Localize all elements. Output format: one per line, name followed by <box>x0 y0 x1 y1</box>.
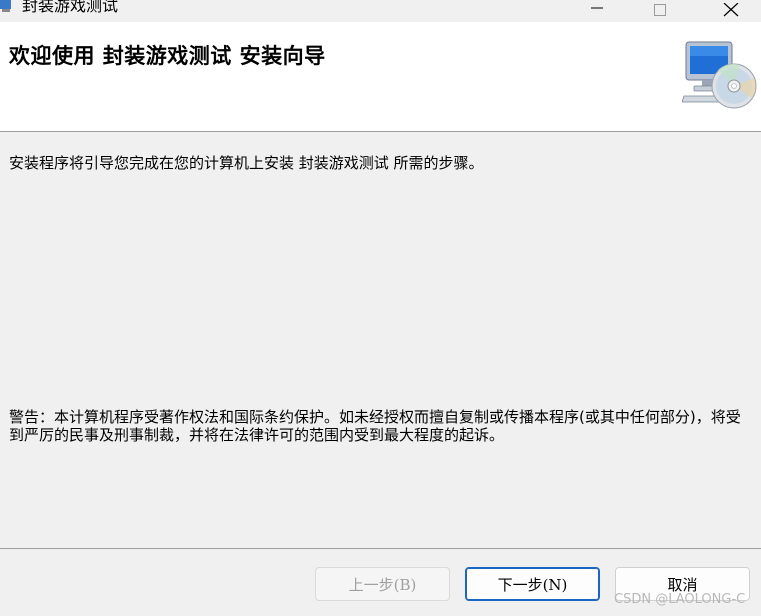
app-icon <box>0 0 11 12</box>
installer-window: 封装游戏测试 欢迎使用 封装游戏测试 安装向导 安装程序将引导您完成在您的计算机… <box>0 0 761 616</box>
computer-cd-icon <box>682 41 757 109</box>
copyright-warning: 警告：本计算机程序受著作权法和国际条约保护。如未经授权而擅自复制或传播本程序(或… <box>9 408 741 444</box>
intro-text: 安装程序将引导您完成在您的计算机上安装 封装游戏测试 所需的步骤。 <box>9 154 484 172</box>
close-button[interactable] <box>709 0 753 22</box>
minimize-icon <box>591 7 603 9</box>
page-title: 欢迎使用 封装游戏测试 安装向导 <box>9 43 326 68</box>
watermark: CSDN @LAOLONG-C <box>614 592 746 607</box>
header-divider <box>0 131 761 132</box>
header-banner: 欢迎使用 封装游戏测试 安装向导 <box>0 22 761 131</box>
next-button[interactable]: 下一步(N) <box>465 567 600 601</box>
close-icon <box>723 3 739 17</box>
minimize-button[interactable] <box>575 0 619 22</box>
title-bar[interactable]: 封装游戏测试 <box>0 0 761 22</box>
maximize-icon <box>654 4 666 16</box>
back-button[interactable]: 上一步(B) <box>315 567 450 601</box>
window-title: 封装游戏测试 <box>22 0 119 15</box>
maximize-button[interactable] <box>638 0 682 22</box>
footer-divider <box>0 548 761 549</box>
